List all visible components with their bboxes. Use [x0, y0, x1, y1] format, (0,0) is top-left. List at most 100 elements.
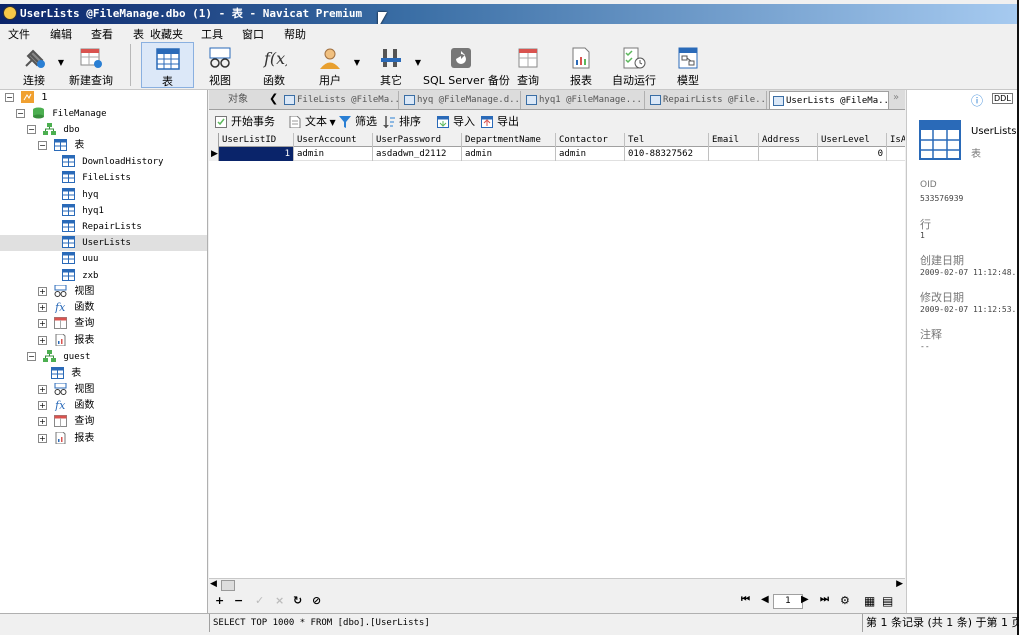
table-cell[interactable]: admin: [294, 147, 373, 161]
tree-table-filelists[interactable]: FileLists: [62, 170, 131, 186]
automation-button[interactable]: 自动运行: [612, 42, 656, 88]
column-header[interactable]: UserAccount: [294, 133, 373, 147]
expand-icon[interactable]: +: [38, 384, 47, 394]
collapse-icon[interactable]: −: [5, 92, 14, 102]
tree-functions-folder[interactable]: + fx 函数: [38, 300, 94, 316]
tree-table-userlists[interactable]: UserLists: [0, 235, 207, 251]
column-header[interactable]: Tel: [625, 133, 709, 147]
filter-button[interactable]: 筛选: [339, 114, 377, 130]
column-header[interactable]: UserPassword: [373, 133, 462, 147]
scrollbar-thumb[interactable]: [221, 580, 235, 591]
info-icon[interactable]: ⓘ: [971, 92, 983, 109]
tab-repairlists[interactable]: RepairLists @File...: [647, 91, 767, 109]
tab-objects[interactable]: 对象: [209, 90, 267, 110]
table-cell[interactable]: 1: [219, 147, 294, 161]
import-button[interactable]: 导入: [437, 114, 475, 130]
scroll-left-icon[interactable]: ◀: [210, 579, 217, 589]
settings-icon[interactable]: ⚙: [840, 594, 850, 607]
current-row-indicator[interactable]: ▶: [209, 147, 219, 161]
ddl-icon[interactable]: DDL: [992, 93, 1013, 104]
tree-table-downloadhistory[interactable]: DownloadHistory: [62, 154, 163, 170]
tree-guest-tables[interactable]: 表: [51, 366, 81, 382]
tree-table-hyq1[interactable]: hyq1: [62, 203, 104, 219]
connect-dropdown-icon[interactable]: ▼: [58, 58, 64, 67]
expand-icon[interactable]: +: [38, 335, 47, 345]
user-dropdown-icon[interactable]: ▼: [354, 58, 360, 67]
horizontal-scrollbar[interactable]: ◀ ▶: [209, 578, 905, 592]
column-header[interactable]: IsA: [887, 133, 905, 147]
expand-icon[interactable]: +: [38, 416, 47, 426]
function-button[interactable]: f(x) 函数: [254, 42, 294, 88]
column-header[interactable]: Address: [759, 133, 818, 147]
previous-page-icon[interactable]: ◀: [761, 594, 769, 605]
table-cell[interactable]: admin: [462, 147, 556, 161]
export-button[interactable]: 导出: [481, 114, 519, 130]
collapse-icon[interactable]: −: [16, 108, 25, 118]
tree-guest-views[interactable]: + 视图: [38, 382, 94, 398]
collapse-icon[interactable]: −: [27, 124, 36, 134]
table-cell[interactable]: 0: [818, 147, 887, 161]
add-record-icon[interactable]: +: [215, 594, 224, 607]
table-cell[interactable]: admin: [556, 147, 625, 161]
collapse-icon[interactable]: −: [27, 351, 36, 361]
delete-record-icon[interactable]: −: [234, 594, 243, 607]
grid-view-icon[interactable]: ▦: [864, 594, 875, 608]
menu-view[interactable]: 查看: [91, 26, 113, 42]
discard-changes-icon[interactable]: ×: [275, 594, 284, 607]
table-cell[interactable]: [887, 147, 905, 161]
tree-table-zxb[interactable]: zxb: [62, 268, 98, 284]
menu-tools[interactable]: 工具: [201, 26, 223, 42]
other-button[interactable]: 其它 ▼: [371, 42, 421, 88]
tree-schema-dbo[interactable]: − dbo: [27, 122, 80, 138]
column-header[interactable]: DepartmentName: [462, 133, 556, 147]
user-button[interactable]: 用户 ▼: [310, 42, 360, 88]
expand-icon[interactable]: +: [38, 400, 47, 410]
form-view-icon[interactable]: ▤: [882, 594, 893, 608]
tab-filelists[interactable]: FileLists @FileMa...: [281, 91, 399, 109]
apply-changes-icon[interactable]: ✓: [255, 594, 264, 607]
text-view-button[interactable]: 文本 ▼: [289, 114, 336, 130]
tree-guest-queries[interactable]: + 查询: [38, 414, 94, 430]
page-number-input[interactable]: 1: [773, 594, 803, 609]
column-header[interactable]: Email: [709, 133, 759, 147]
tree-guest-reports[interactable]: + 报表: [38, 431, 94, 447]
expand-icon[interactable]: +: [38, 302, 47, 312]
menu-file[interactable]: 文件: [8, 26, 30, 42]
last-page-icon[interactable]: ⏭: [820, 594, 829, 605]
column-header[interactable]: Contactor: [556, 133, 625, 147]
sort-button[interactable]: 排序: [383, 114, 421, 130]
tabs-scroll-left-icon[interactable]: ❮: [269, 92, 278, 105]
tree-schema-guest[interactable]: − guest: [27, 349, 90, 365]
tree-table-uuu[interactable]: uuu: [62, 251, 98, 267]
column-header[interactable]: UserLevel: [818, 133, 887, 147]
collapse-icon[interactable]: −: [38, 140, 47, 150]
next-page-icon[interactable]: ▶: [801, 594, 809, 605]
stop-icon[interactable]: ⊘: [312, 594, 321, 607]
report-button[interactable]: 报表: [563, 42, 599, 88]
model-button[interactable]: 模型: [670, 42, 706, 88]
tab-hyq1[interactable]: hyq1 @FileManage....: [523, 91, 645, 109]
tabs-scroll-right-icon[interactable]: »: [893, 92, 899, 103]
begin-transaction-button[interactable]: 开始事务: [215, 114, 275, 130]
menu-favorites[interactable]: 收藏夹: [150, 26, 183, 42]
tree-queries-folder[interactable]: + 查询: [38, 316, 94, 332]
table-cell[interactable]: [709, 147, 759, 161]
tree-tables-folder[interactable]: − 表: [38, 138, 84, 154]
table-button[interactable]: 表: [141, 42, 194, 88]
sql-server-backup-button[interactable]: SQL Server 备份: [423, 42, 510, 88]
tab-userlists[interactable]: UserLists @FileMa...: [769, 91, 889, 109]
table-cell[interactable]: [759, 147, 818, 161]
menu-help[interactable]: 帮助: [284, 26, 306, 42]
menu-edit[interactable]: 编辑: [50, 26, 72, 42]
expand-icon[interactable]: +: [38, 318, 47, 328]
table-row[interactable]: ▶ 1 admin asdadwn_d2112 admin admin 010-…: [209, 147, 905, 161]
connect-button[interactable]: 连接 ▼: [14, 42, 64, 88]
tab-hyq[interactable]: hyq @FileManage.d...: [401, 91, 521, 109]
expand-icon[interactable]: +: [38, 433, 47, 443]
menu-table[interactable]: 表: [133, 26, 144, 42]
tree-reports-folder[interactable]: + 报表: [38, 333, 94, 349]
table-cell[interactable]: asdadwn_d2112: [373, 147, 462, 161]
query-button[interactable]: 查询: [510, 42, 546, 88]
tree-database[interactable]: − FileManage: [16, 106, 107, 122]
refresh-icon[interactable]: ↻: [293, 594, 302, 607]
